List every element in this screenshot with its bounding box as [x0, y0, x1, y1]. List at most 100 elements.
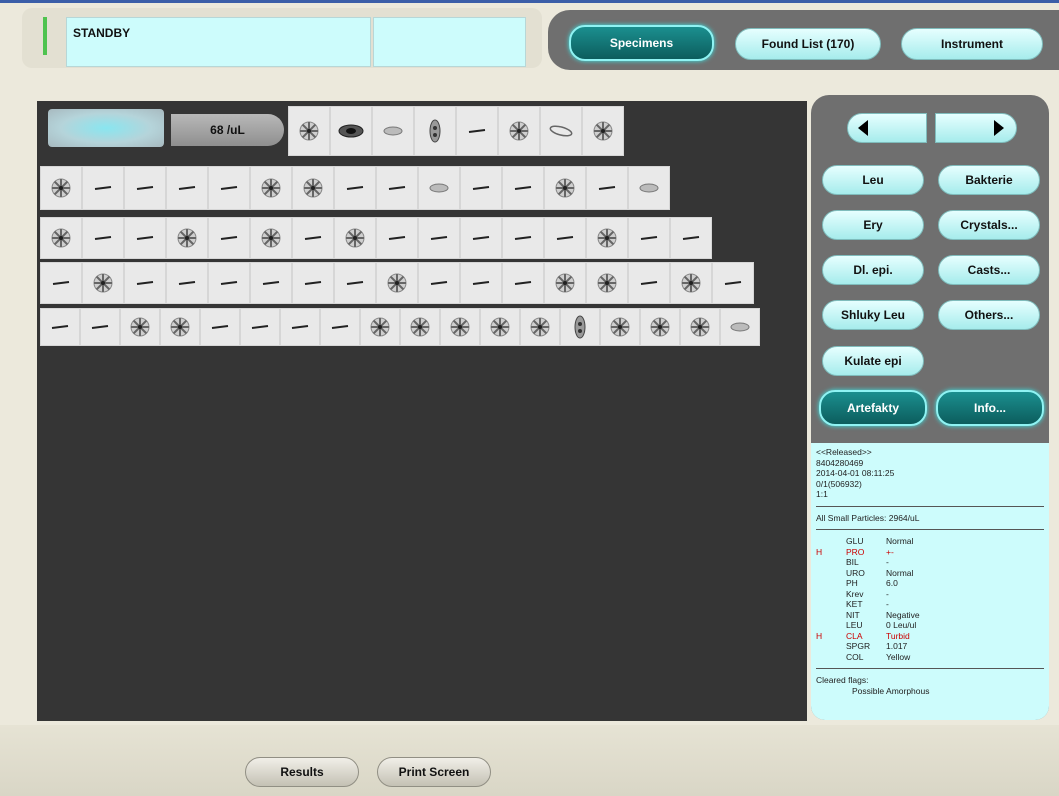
particle-thumbnail[interactable]	[376, 262, 418, 304]
particle-thumbnail[interactable]	[292, 262, 334, 304]
particle-thumbnail[interactable]	[200, 308, 240, 346]
found-list-tab-label: Found List (170)	[761, 37, 855, 51]
category-crystals-button[interactable]: Crystals...	[938, 210, 1040, 240]
instrument-tab[interactable]: Instrument	[901, 28, 1043, 60]
particle-thumbnail[interactable]	[544, 262, 586, 304]
particle-thumbnail[interactable]	[418, 262, 460, 304]
particle-thumbnail[interactable]	[334, 262, 376, 304]
particle-thumbnail[interactable]	[670, 217, 712, 259]
category-artefakty-button[interactable]: Artefakty	[819, 390, 927, 426]
particle-thumbnail[interactable]	[502, 217, 544, 259]
print-screen-button[interactable]: Print Screen	[377, 757, 491, 787]
particle-thumbnail[interactable]	[208, 166, 250, 210]
particle-streak-icon	[220, 236, 238, 240]
particle-thumbnail[interactable]	[502, 262, 544, 304]
particle-thumbnail[interactable]	[334, 217, 376, 259]
particle-thumbnail[interactable]	[520, 308, 560, 346]
particle-thumbnail[interactable]	[440, 308, 480, 346]
particle-thumbnail[interactable]	[124, 217, 166, 259]
particle-thumbnail[interactable]	[586, 262, 628, 304]
particle-streak-icon	[640, 236, 658, 240]
particle-thumbnail[interactable]	[82, 262, 124, 304]
particle-thumbnail[interactable]	[628, 262, 670, 304]
particle-thumbnail[interactable]	[640, 308, 680, 346]
particle-thumbnail[interactable]	[498, 106, 540, 156]
info-button[interactable]: Info...	[936, 390, 1044, 426]
next-button[interactable]	[935, 113, 1017, 143]
particle-thumbnail[interactable]	[540, 106, 582, 156]
particle-thumbnail[interactable]	[376, 217, 418, 259]
particle-thumbnail[interactable]	[250, 166, 292, 210]
particle-thumbnail[interactable]	[40, 262, 82, 304]
particle-thumbnail[interactable]	[240, 308, 280, 346]
particle-thumbnail[interactable]	[120, 308, 160, 346]
particle-thumbnail[interactable]	[82, 217, 124, 259]
category-bakterie-button[interactable]: Bakterie	[938, 165, 1040, 195]
particle-thumbnail[interactable]	[544, 217, 586, 259]
specimens-tab[interactable]: Specimens	[569, 25, 714, 61]
particle-thumbnail[interactable]	[292, 217, 334, 259]
particle-thumbnail[interactable]	[586, 217, 628, 259]
particle-thumbnail[interactable]	[250, 262, 292, 304]
chemistry-row: GLU Normal	[816, 536, 1044, 547]
particle-thumbnail[interactable]	[720, 308, 760, 346]
particle-thumbnail[interactable]	[292, 166, 334, 210]
particle-thumbnail[interactable]	[166, 166, 208, 210]
particle-thumbnail[interactable]	[124, 262, 166, 304]
particle-thumbnail[interactable]	[414, 106, 456, 156]
particle-thumbnail[interactable]	[250, 217, 292, 259]
particle-thumbnail[interactable]	[288, 106, 330, 156]
particle-thumbnail[interactable]	[330, 106, 372, 156]
particle-thumbnail[interactable]	[80, 308, 120, 346]
found-list-tab[interactable]: Found List (170)	[735, 28, 881, 60]
particle-thumbnail[interactable]	[124, 166, 166, 210]
concentration-value: 68 /uL	[210, 123, 245, 137]
category-dl-epi-button[interactable]: Dl. epi.	[822, 255, 924, 285]
particle-thumbnail[interactable]	[670, 262, 712, 304]
particle-thumbnail[interactable]	[456, 106, 498, 156]
particle-thumbnail[interactable]	[560, 308, 600, 346]
category-others-button[interactable]: Others...	[938, 300, 1040, 330]
category-kulate-epi-button[interactable]: Kulate epi	[822, 346, 924, 376]
particle-thumbnail[interactable]	[82, 166, 124, 210]
particle-thumbnail[interactable]	[712, 262, 754, 304]
particle-thumbnail[interactable]	[418, 217, 460, 259]
chemistry-flag	[816, 652, 846, 663]
particle-thumbnail[interactable]	[160, 308, 200, 346]
particle-thumbnail[interactable]	[40, 217, 82, 259]
particle-thumbnail[interactable]	[280, 308, 320, 346]
particle-thumbnail[interactable]	[166, 262, 208, 304]
category-leu-button[interactable]: Leu	[822, 165, 924, 195]
dilution: 1:1	[816, 489, 828, 499]
particle-thumbnail[interactable]	[372, 106, 414, 156]
particle-thumbnail[interactable]	[166, 217, 208, 259]
particle-thumbnail[interactable]	[680, 308, 720, 346]
particle-thumbnail[interactable]	[480, 308, 520, 346]
particle-thumbnail[interactable]	[460, 217, 502, 259]
particle-thumbnail[interactable]	[360, 308, 400, 346]
results-button[interactable]: Results	[245, 757, 359, 787]
category-shluky-leu-button[interactable]: Shluky Leu	[822, 300, 924, 330]
particle-thumbnail[interactable]	[208, 217, 250, 259]
particle-thumbnail[interactable]	[418, 166, 460, 210]
particle-thumbnail[interactable]	[208, 262, 250, 304]
particle-thumbnail[interactable]	[460, 262, 502, 304]
particle-thumbnail[interactable]	[320, 308, 360, 346]
particle-thumbnail[interactable]	[586, 166, 628, 210]
particle-thumbnail[interactable]	[600, 308, 640, 346]
particle-thumbnail[interactable]	[40, 308, 80, 346]
category-ery-button[interactable]: Ery	[822, 210, 924, 240]
category-casts-button[interactable]: Casts...	[938, 255, 1040, 285]
particle-thumbnail[interactable]	[376, 166, 418, 210]
particle-thumbnail[interactable]	[544, 166, 586, 210]
particle-thumbnail[interactable]	[460, 166, 502, 210]
previous-button[interactable]	[847, 113, 927, 143]
particle-thumbnail[interactable]	[582, 106, 624, 156]
particle-thumbnail[interactable]	[628, 166, 670, 210]
particle-thumbnail[interactable]	[400, 308, 440, 346]
particle-star-icon	[555, 178, 575, 198]
particle-thumbnail[interactable]	[502, 166, 544, 210]
particle-thumbnail[interactable]	[40, 166, 82, 210]
particle-thumbnail[interactable]	[628, 217, 670, 259]
particle-thumbnail[interactable]	[334, 166, 376, 210]
